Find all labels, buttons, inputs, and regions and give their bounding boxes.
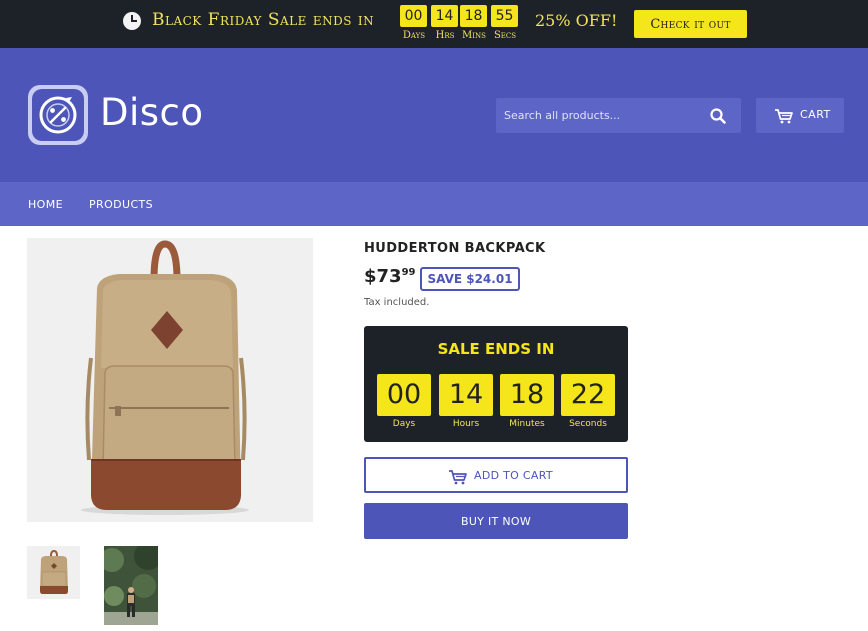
save-badge: SAVE $24.01 <box>420 267 520 291</box>
search-input[interactable] <box>496 98 701 133</box>
sale-minutes-value: 18 <box>500 374 554 416</box>
thumbnail-backpack[interactable] <box>27 546 80 599</box>
sale-days-value: 00 <box>377 374 431 416</box>
tax-note: Tax included. <box>364 297 430 308</box>
promo-hours-value: 14 <box>431 5 458 27</box>
nav-item-products[interactable]: PRODUCTS <box>89 198 153 211</box>
add-to-cart-label: ADD TO CART <box>474 469 553 482</box>
check-it-out-button[interactable]: Check it out <box>634 10 747 38</box>
price-cents: 99 <box>401 267 416 278</box>
cart-button[interactable]: CART <box>756 98 844 133</box>
sale-seconds-value: 22 <box>561 374 615 416</box>
sale-days-label: Days <box>392 419 416 429</box>
promo-days-label: Days <box>402 30 426 41</box>
sale-countdown-box: SALE ENDS IN 00 14 18 22 Days Hours Minu… <box>364 326 628 442</box>
main-nav: HOME PRODUCTS <box>0 182 868 226</box>
sale-minutes-label: Minutes <box>509 419 545 429</box>
clock-icon <box>123 12 141 30</box>
thumbnail-lifestyle[interactable] <box>104 546 158 625</box>
promo-minutes-value: 18 <box>460 5 487 27</box>
promo-minutes-label: Mins <box>462 30 486 41</box>
product-image[interactable] <box>27 238 313 522</box>
brand-name[interactable]: Disco <box>100 91 204 134</box>
percent-dial-icon[interactable] <box>28 85 88 145</box>
sale-hours-label: Hours <box>452 419 480 429</box>
nav-item-home[interactable]: HOME <box>28 198 63 211</box>
search-box <box>496 98 741 133</box>
product-title: HUDDERTON BACKPACK <box>364 241 546 256</box>
search-icon[interactable] <box>709 107 727 125</box>
product-price: $7399 <box>364 266 416 287</box>
cart-icon <box>448 469 468 489</box>
buy-it-now-button[interactable]: BUY IT NOW <box>364 503 628 539</box>
site-header: Disco CART <box>0 48 868 182</box>
promo-discount: 25% OFF! <box>535 11 618 30</box>
sale-countdown-title: SALE ENDS IN <box>437 340 555 358</box>
promo-bar: Black Friday Sale ends in 00 14 18 55 Da… <box>0 0 868 48</box>
add-to-cart-button[interactable]: ADD TO CART <box>364 457 628 493</box>
sale-seconds-label: Seconds <box>569 419 607 429</box>
promo-countdown: 00 14 18 55 Days Hrs Mins Secs <box>400 5 520 45</box>
sale-hours-value: 14 <box>439 374 493 416</box>
promo-title: Black Friday Sale ends in <box>152 10 375 30</box>
cart-icon <box>774 108 794 128</box>
cart-label: CART <box>800 108 831 121</box>
price-main: $73 <box>364 266 402 287</box>
promo-seconds-value: 55 <box>491 5 518 27</box>
promo-seconds-label: Secs <box>493 30 517 41</box>
promo-days-value: 00 <box>400 5 427 27</box>
